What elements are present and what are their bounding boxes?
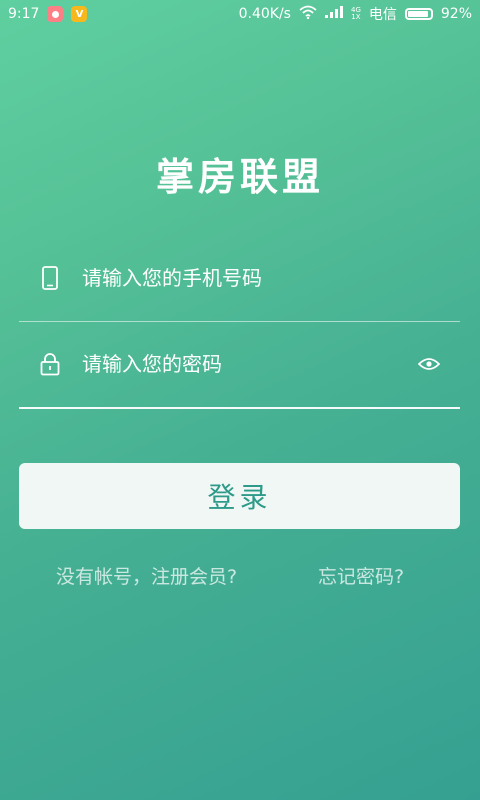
wifi-icon bbox=[299, 5, 317, 23]
status-time: 9:17 bbox=[8, 6, 40, 22]
battery-percent: 92% bbox=[440, 6, 472, 22]
auth-links: 没有帐号，注册会员? 忘记密码? bbox=[0, 562, 480, 592]
register-link[interactable]: 没有帐号，注册会员? bbox=[56, 562, 237, 589]
password-field-divider bbox=[19, 407, 460, 409]
phone-field-row bbox=[19, 248, 460, 308]
signal-bars-icon bbox=[324, 6, 343, 22]
phone-field-divider bbox=[19, 321, 460, 322]
network-speed: 0.40K/s bbox=[238, 6, 291, 22]
eye-icon[interactable] bbox=[416, 354, 442, 374]
phone-number-input[interactable] bbox=[80, 265, 460, 291]
battery-icon bbox=[404, 8, 433, 20]
app-title: 掌房联盟 bbox=[155, 155, 324, 199]
notification-app-icon bbox=[47, 6, 64, 22]
carrier-name: 电信 bbox=[368, 7, 397, 23]
password-input[interactable] bbox=[80, 351, 416, 377]
status-bar: 9:17 V 0.40K/s 4G 1X 电信 92% bbox=[0, 0, 480, 28]
forgot-password-link[interactable]: 忘记密码? bbox=[318, 562, 404, 589]
lock-icon bbox=[39, 351, 61, 377]
battery-level-fill bbox=[407, 11, 429, 17]
login-button[interactable]: 登录 bbox=[19, 463, 460, 529]
status-bar-left: 9:17 V bbox=[8, 6, 88, 22]
notification-v-icon: V bbox=[71, 6, 88, 22]
login-screen: 9:17 V 0.40K/s 4G 1X 电信 92% 掌房联盟 请输入您的手机… bbox=[0, 0, 480, 800]
network-type-label: 4G 1X bbox=[350, 6, 361, 21]
password-field-row bbox=[19, 334, 460, 394]
smartphone-icon bbox=[39, 265, 61, 291]
status-bar-right: 0.40K/s 4G 1X 电信 92% bbox=[239, 4, 472, 24]
